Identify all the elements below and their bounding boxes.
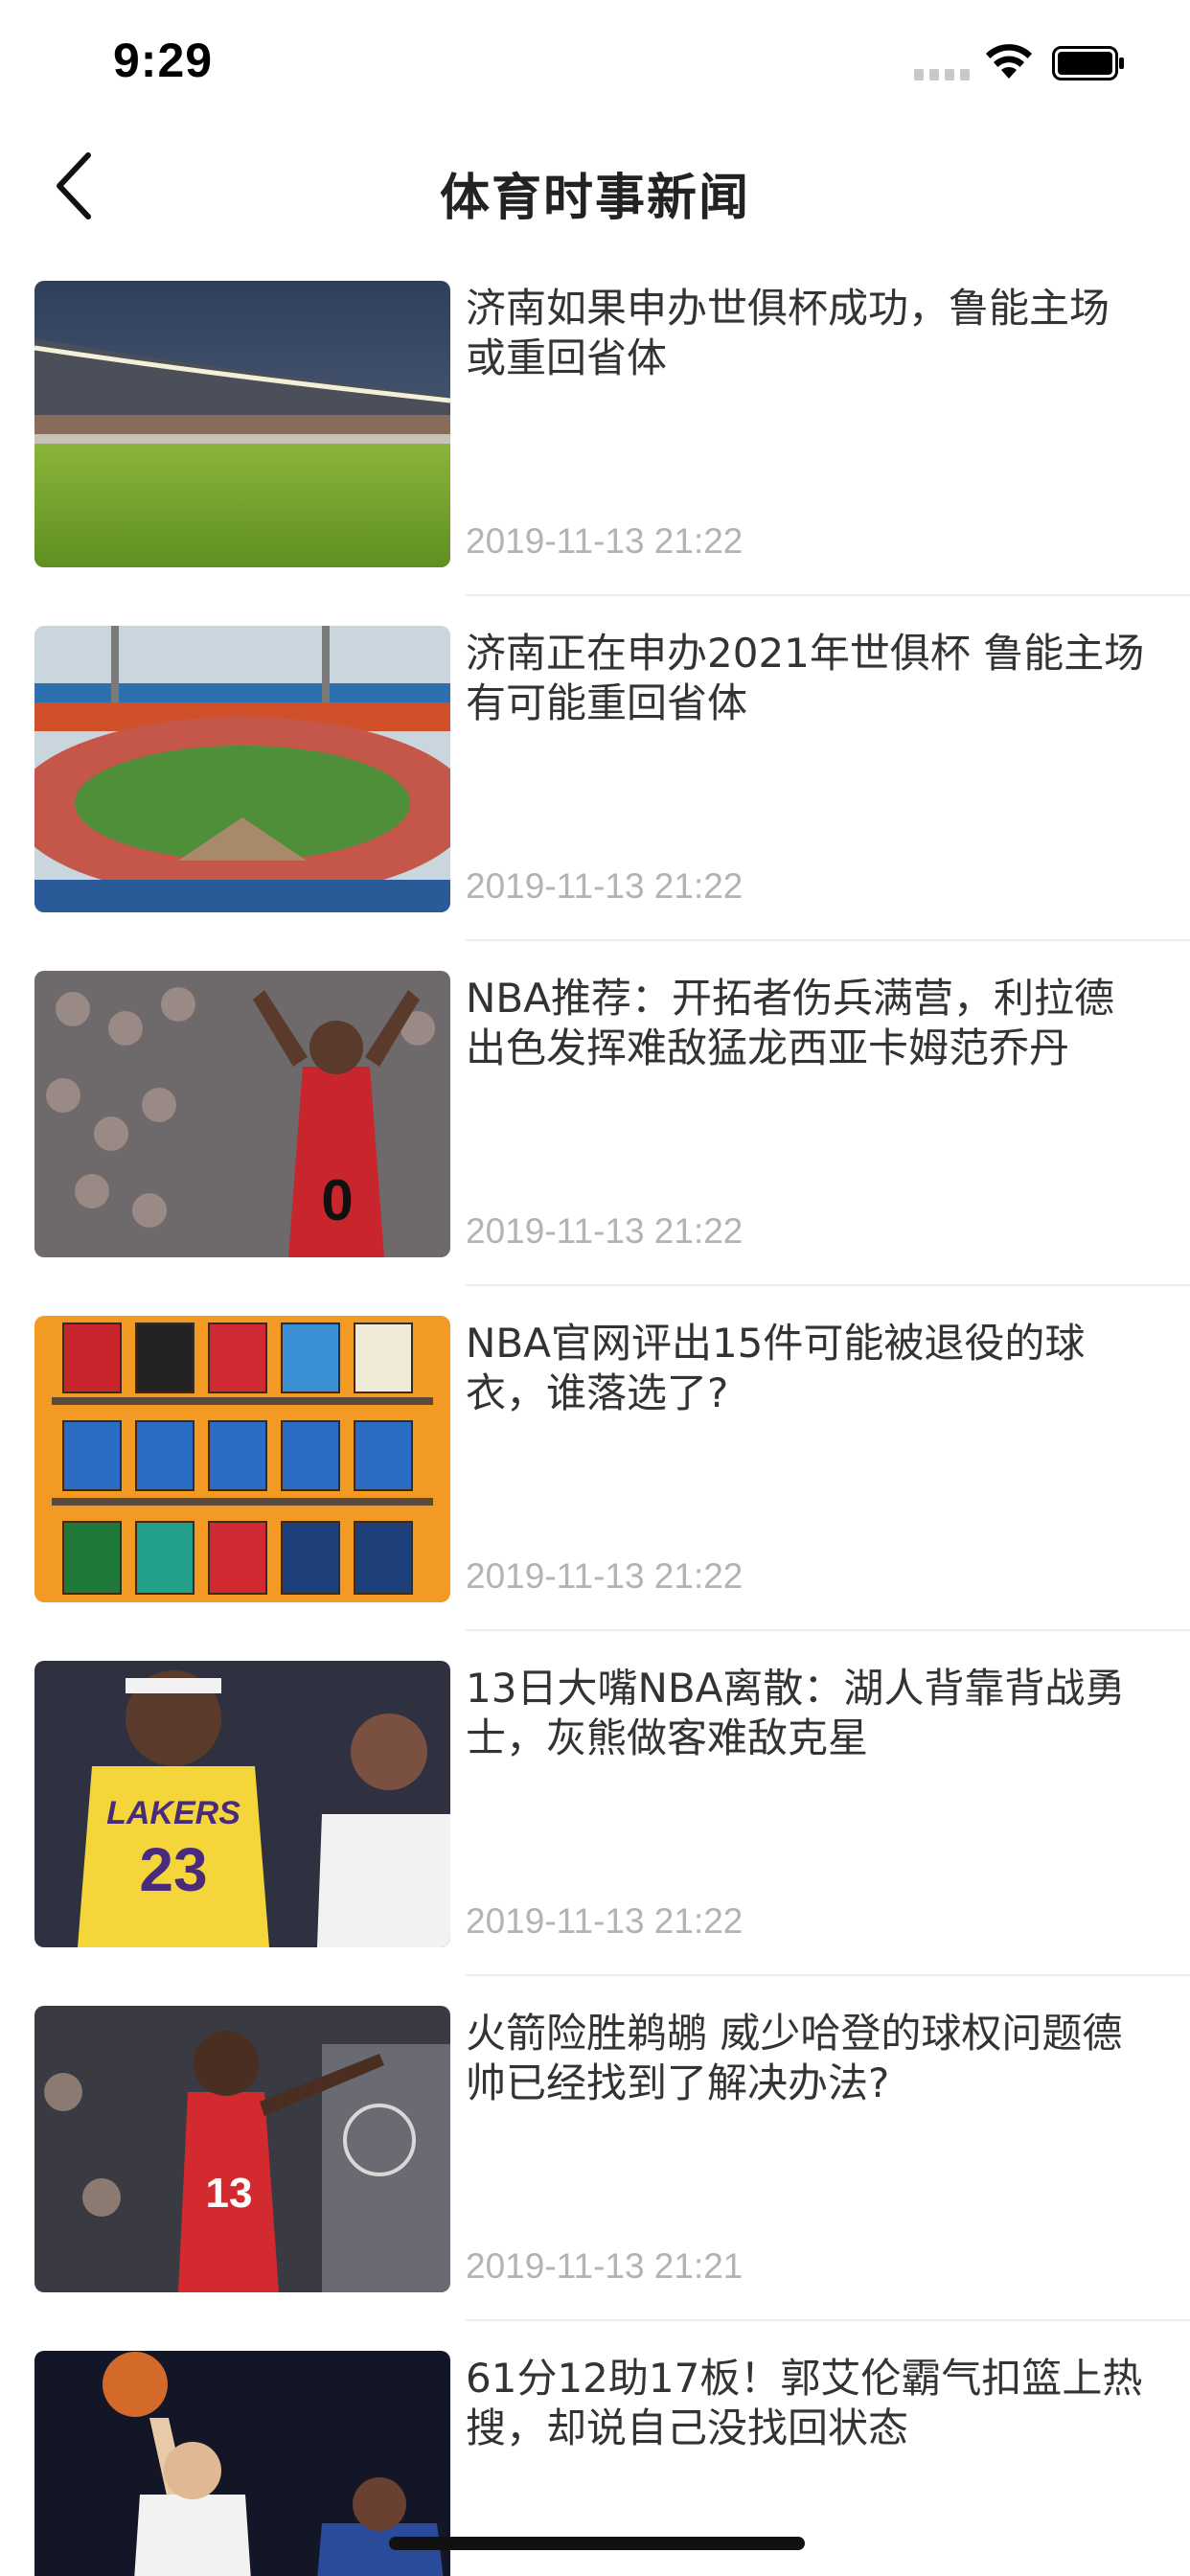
news-thumbnail xyxy=(34,1316,450,1602)
svg-text:13: 13 xyxy=(206,2170,253,2217)
lakers-warriors-image: LAKERS 23 xyxy=(34,1661,450,1947)
jerseys-grid-image xyxy=(34,1316,450,1602)
stadium-grass-image xyxy=(34,281,450,567)
navigation-bar: 体育时事新闻 xyxy=(0,126,1190,251)
news-thumbnail: LAKERS 23 xyxy=(34,1661,450,1947)
news-item[interactable]: 济南正在申办2021年世俱杯 鲁能主场有可能重回省体 2019-11-13 21… xyxy=(0,596,1190,941)
news-item[interactable]: NBA官网评出15件可能被退役的球衣，谁落选了? 2019-11-13 21:2… xyxy=(0,1286,1190,1631)
status-bar: 9:29 xyxy=(0,0,1190,126)
news-item[interactable]: 济南如果申办世俱杯成功，鲁能主场或重回省体 2019-11-13 21:22 xyxy=(0,251,1190,596)
wifi-icon xyxy=(986,44,1032,79)
news-title: 61分12助17板！郭艾伦霸气扣篮上热搜，却说自己没找回状态 xyxy=(466,2355,1143,2451)
svg-text:LAKERS: LAKERS xyxy=(106,1795,240,1831)
news-time: 2019-11-13 21:22 xyxy=(466,1901,744,1941)
news-thumbnail xyxy=(34,2351,450,2576)
svg-text:23: 23 xyxy=(139,1835,207,1904)
news-time: 2019-11-13 21:22 xyxy=(466,521,744,561)
news-time: 2019-11-13 21:22 xyxy=(466,866,744,906)
news-item[interactable]: 13 火箭险胜鹈鹕 威少哈登的球权问题德帅已经找到了解决办法? 2019-11-… xyxy=(0,1976,1190,2321)
svg-text:0: 0 xyxy=(321,1168,353,1232)
news-title: 13日大嘴NBA离散：湖人背靠背战勇士，灰熊做客难敌克星 xyxy=(466,1665,1126,1761)
screen: 9:29 体育时事新闻 济南如果申办世俱杯成功，鲁能主场或重回省体 2019-1… xyxy=(0,0,1190,2576)
news-thumbnail xyxy=(34,281,450,567)
home-indicator[interactable] xyxy=(389,2537,805,2550)
news-thumbnail: 13 xyxy=(34,2006,450,2292)
battery-icon xyxy=(1052,46,1124,80)
news-title: NBA官网评出15件可能被退役的球衣，谁落选了? xyxy=(466,1320,1086,1416)
news-item[interactable]: 0 NBA推荐：开拓者伤兵满营，利拉德出色发挥难敌猛龙西亚卡姆范乔丹 2019-… xyxy=(0,941,1190,1286)
rockets-player-image: 13 xyxy=(34,2006,450,2292)
cba-dunk-image xyxy=(34,2351,450,2576)
status-time: 9:29 xyxy=(113,34,214,87)
news-time: 2019-11-13 21:22 xyxy=(466,1556,744,1596)
news-thumbnail: 0 xyxy=(34,971,450,1257)
basketball-player-image: 0 xyxy=(34,971,450,1257)
news-title: 火箭险胜鹈鹕 威少哈登的球权问题德帅已经找到了解决办法? xyxy=(466,2010,1123,2106)
news-thumbnail xyxy=(34,626,450,912)
news-title: 济南正在申办2021年世俱杯 鲁能主场有可能重回省体 xyxy=(466,630,1145,726)
stadium-aerial-image xyxy=(34,626,450,912)
news-time: 2019-11-13 21:21 xyxy=(466,2246,744,2286)
page-title: 体育时事新闻 xyxy=(439,170,750,227)
news-title: NBA推荐：开拓者伤兵满营，利拉德出色发挥难敌猛龙西亚卡姆范乔丹 xyxy=(466,975,1114,1071)
cellular-signal-icon xyxy=(914,69,970,80)
news-item[interactable]: LAKERS 23 13日大嘴NBA离散：湖人背靠背战勇士，灰熊做客难敌克星 2… xyxy=(0,1631,1190,1976)
news-time: 2019-11-13 21:22 xyxy=(466,1211,744,1251)
news-title: 济南如果申办世俱杯成功，鲁能主场或重回省体 xyxy=(466,285,1110,381)
